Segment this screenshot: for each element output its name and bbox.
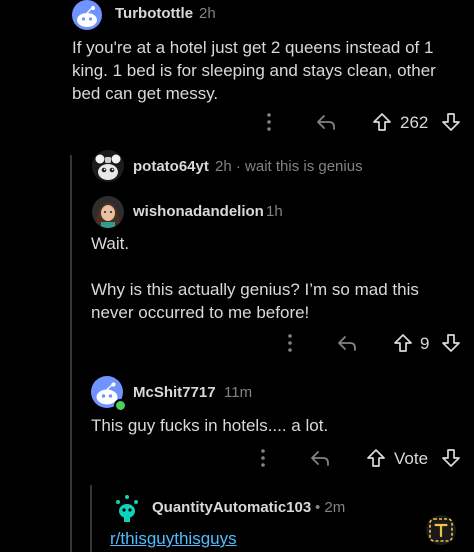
comment-timestamp: 11m [224,384,253,401]
more-options-button[interactable] [252,446,274,470]
more-vertical-icon [261,449,265,467]
comment-username[interactable]: potato64yt [133,158,209,175]
avatar[interactable] [92,196,124,228]
comment-timestamp: 2h [199,5,216,22]
comment-body-line-1: Wait. [91,234,130,253]
comment-username[interactable]: wishonadandelion [133,203,264,220]
upvote-arrow-icon [373,113,391,131]
comment-body-line-2: Why is this actually genius? I’m so mad … [91,280,419,322]
reply-button[interactable] [313,110,339,134]
text-format-icon [429,518,453,542]
reply-arrow-icon [311,451,329,466]
comment-username[interactable]: Turbotottle [115,5,193,22]
comment-body: This guy fucks in hotels.... a lot. [91,416,329,435]
more-vertical-icon [267,113,271,131]
reply-button[interactable] [334,331,360,355]
more-options-button[interactable] [258,110,280,134]
upvote-arrow-icon [367,449,385,467]
comment-timestamp: • 2m [315,499,346,516]
comment-username[interactable]: McShit7717 [133,384,216,401]
upvote-button[interactable] [370,110,394,134]
thread-line-level-2[interactable] [90,485,92,552]
downvote-button[interactable] [439,446,463,470]
text-format-button[interactable] [426,515,456,545]
downvote-arrow-icon [442,449,460,467]
vote-score: 9 [420,334,430,353]
reply-arrow-icon [317,115,335,130]
comment-timestamp: 1h [266,203,283,220]
downvote-arrow-icon [442,334,460,352]
upvote-button[interactable] [364,446,388,470]
more-options-button[interactable] [279,331,301,355]
avatar[interactable] [92,150,124,182]
downvote-button[interactable] [439,331,463,355]
vote-score: 262 [400,113,429,132]
subreddit-link[interactable]: r/thisguythisguys [110,529,237,549]
comment-body: If you're at a hotel just get 2 queens i… [72,38,436,103]
downvote-button[interactable] [439,110,463,134]
comment-collapsed-preview: 2h · wait this is genius [215,158,363,175]
upvote-button[interactable] [391,331,415,355]
more-vertical-icon [288,334,292,352]
avatar[interactable] [72,0,102,30]
downvote-arrow-icon [442,113,460,131]
avatar[interactable] [112,492,142,522]
comment-username[interactable]: QuantityAutomatic103 [152,499,311,516]
online-status-dot [114,399,127,412]
upvote-arrow-icon [394,334,412,352]
reply-button[interactable] [307,446,333,470]
vote-label: Vote [394,449,429,468]
reply-arrow-icon [338,336,356,351]
thread-line-level-1[interactable] [70,155,72,552]
